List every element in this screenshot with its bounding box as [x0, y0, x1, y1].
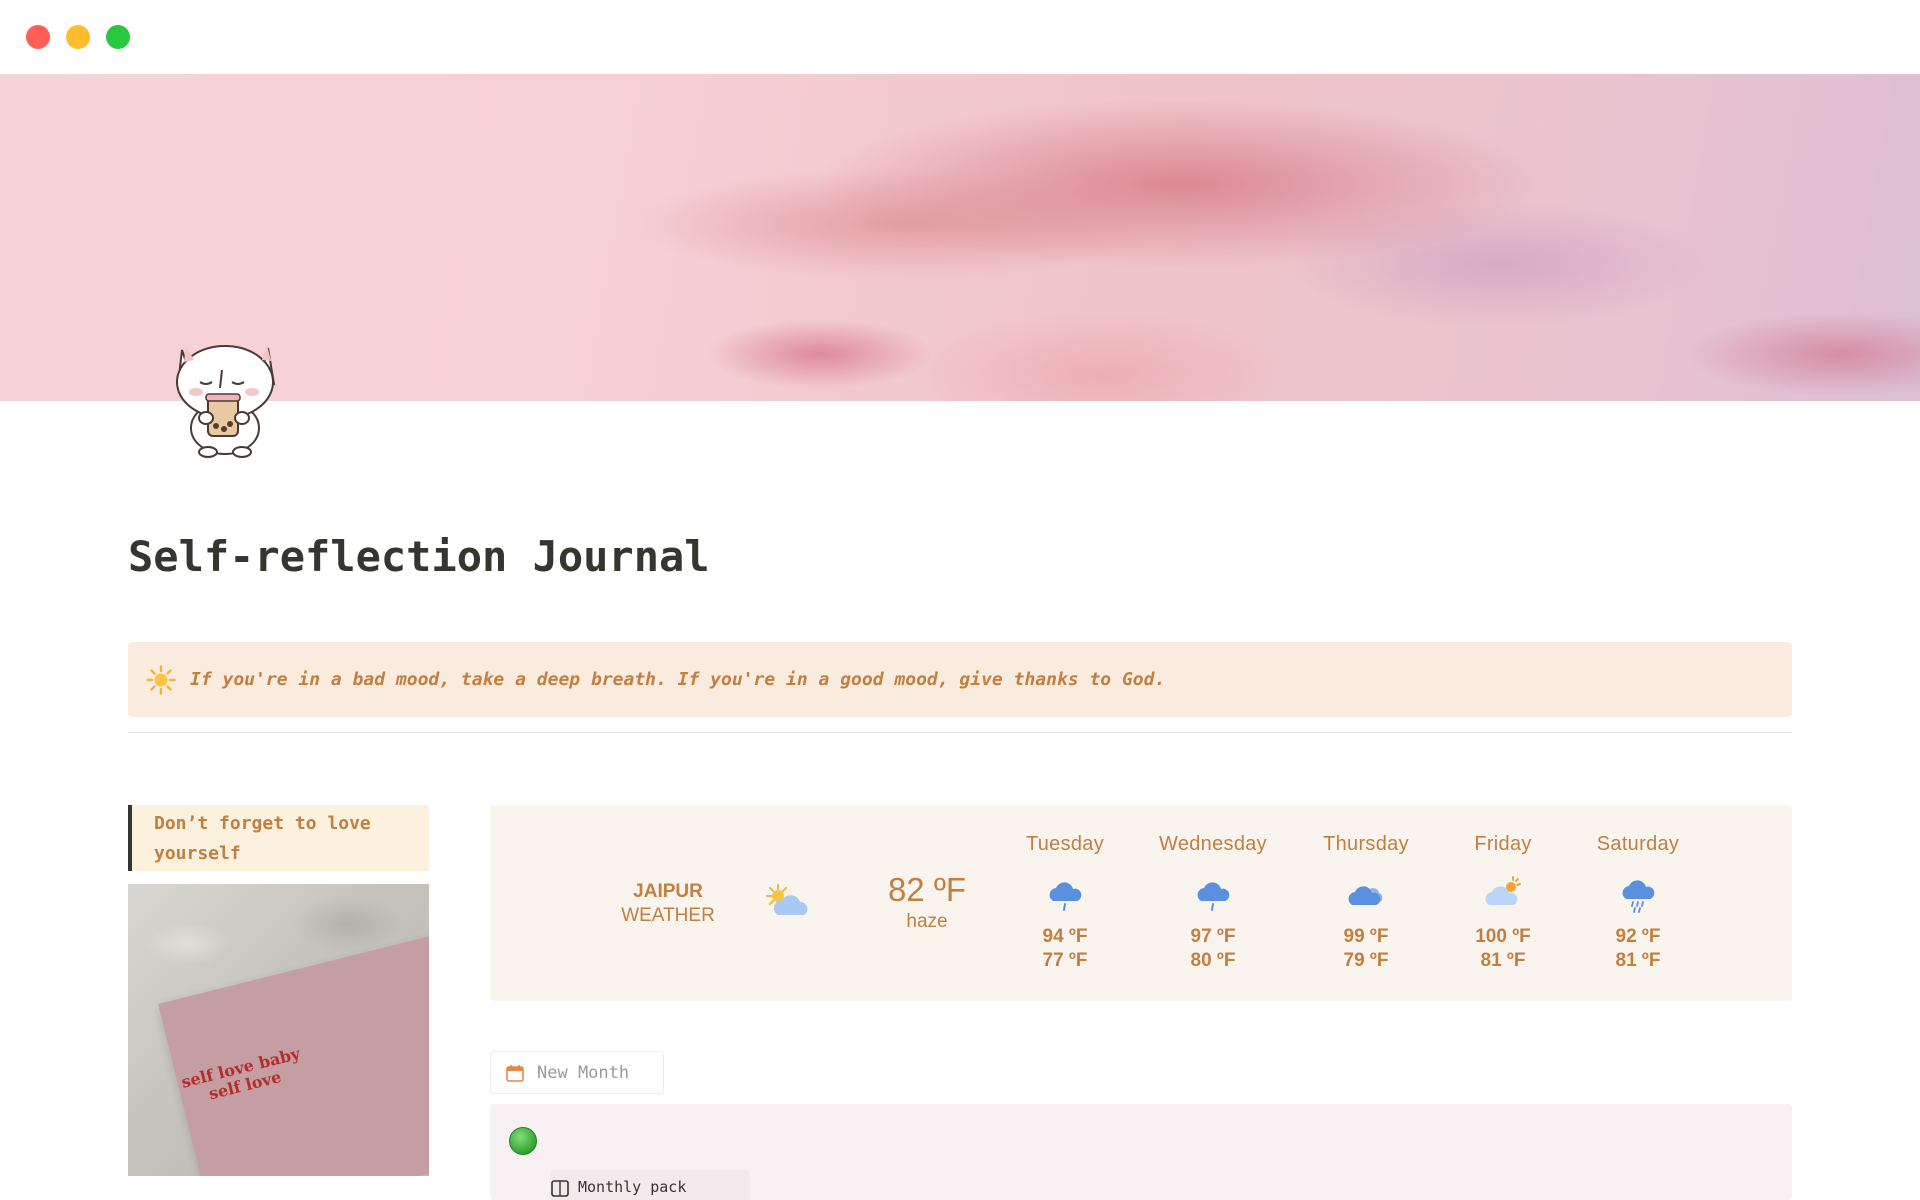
- forecast-day-name: Saturday: [1596, 833, 1680, 855]
- forecast-day: Tuesday 94 ºF 77 ºF: [995, 833, 1135, 973]
- forecast-low: 80 ºF: [1190, 950, 1236, 971]
- forecast-day-name: Tuesday: [1025, 833, 1105, 855]
- calendar-icon: [506, 1064, 524, 1082]
- forecast-high: 92 ºF: [1615, 926, 1661, 947]
- forecast-day-name: Wednesday: [1159, 833, 1267, 855]
- page-cover-image[interactable]: [0, 74, 1920, 401]
- forecast-day: Thursday 99 ºF 79 ºF: [1296, 833, 1436, 973]
- forecast-day-name: Thursday: [1323, 833, 1409, 855]
- forecast-low: 79 ºF: [1343, 950, 1389, 971]
- forecast-high: 100 ºF: [1475, 926, 1531, 947]
- weather-city: JAIPUR: [633, 881, 703, 902]
- quote-callout[interactable]: If you're in a bad mood, take a deep bre…: [128, 642, 1792, 717]
- current-temperature: 82 ºF: [887, 871, 967, 908]
- current-weather: 82 ºF haze: [862, 871, 992, 933]
- forecast-high: 97 ºF: [1190, 926, 1236, 947]
- cat-drinking-boba-icon[interactable]: [170, 330, 280, 460]
- new-month-label: New Month: [537, 1062, 630, 1083]
- forecast-day: Wednesday 97 ºF 80 ºF: [1143, 833, 1283, 973]
- green-circle-icon[interactable]: [508, 1126, 538, 1156]
- cloudy-icon: [1348, 886, 1383, 905]
- forecast-day-name: Friday: [1474, 833, 1532, 855]
- sun-icon: [146, 664, 176, 695]
- weather-label: WEATHER: [621, 905, 715, 926]
- calendar-grid-icon: [551, 1180, 569, 1197]
- close-window-button[interactable]: [26, 25, 50, 49]
- forecast-low: 81 ºF: [1615, 950, 1661, 971]
- minimize-window-button[interactable]: [66, 25, 90, 49]
- self-love-note[interactable]: Don’t forget to love yourself: [128, 805, 429, 871]
- board-card-title: Monthly pack: [578, 1178, 687, 1196]
- weather-widget[interactable]: JAIPUR WEATHER 82 ºF haze Tuesday 94 ºF …: [490, 805, 1792, 1001]
- note-text-line-2: yourself: [154, 843, 241, 864]
- maximize-window-button[interactable]: [106, 25, 130, 49]
- self-love-photo[interactable]: self love baby self love: [128, 884, 429, 1176]
- divider: [128, 732, 1792, 733]
- forecast-low: 81 ºF: [1480, 950, 1526, 971]
- rain-cloud-icon: [1197, 882, 1230, 911]
- partly-sunny-icon: [1485, 876, 1521, 905]
- weather-location: JAIPUR WEATHER: [608, 881, 728, 927]
- current-condition: haze: [906, 911, 948, 932]
- heavy-rain-cloud-icon: [1622, 880, 1655, 913]
- note-text-line-1: Don’t forget to love: [154, 813, 371, 834]
- page-title[interactable]: Self-reflection Journal: [128, 532, 710, 581]
- forecast-low: 77 ºF: [1042, 950, 1088, 971]
- monthly-board: Monthly pack: [490, 1104, 1792, 1200]
- window-titlebar: [0, 0, 1920, 74]
- forecast-high: 99 ºF: [1343, 926, 1389, 947]
- rain-cloud-icon: [1049, 882, 1082, 911]
- board-card[interactable]: Monthly pack: [550, 1170, 750, 1200]
- sun-behind-cloud-icon: [766, 884, 808, 915]
- callout-quote-text: If you're in a bad mood, take a deep bre…: [190, 669, 1166, 690]
- forecast-day: Friday 100 ºF 81 ºF: [1433, 833, 1573, 973]
- forecast-day: Saturday 92 ºF 81 ºF: [1568, 833, 1708, 973]
- new-month-button[interactable]: New Month: [490, 1051, 664, 1094]
- forecast-high: 94 ºF: [1042, 926, 1088, 947]
